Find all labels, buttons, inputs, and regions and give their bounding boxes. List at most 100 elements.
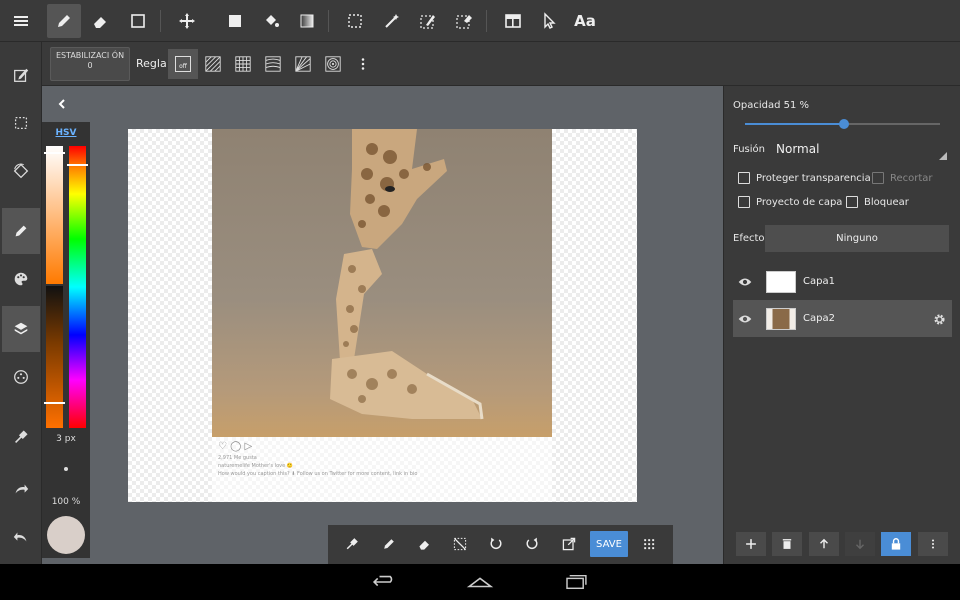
pointer-tool-icon[interactable] (532, 4, 566, 38)
ruler-label: Regla (136, 57, 167, 70)
nav-back-icon[interactable] (369, 572, 399, 592)
giraffe-photo-layer (212, 129, 552, 437)
blend-mode-label: Fusión (733, 144, 765, 155)
select-pen-tool-icon[interactable] (411, 4, 445, 38)
layer-settings-gear-icon[interactable] (933, 311, 946, 330)
layer-row-capa2[interactable]: Capa2 (733, 300, 952, 337)
drawing-canvas[interactable]: ♡ ◯ ▷ 2,971 Me gusta naturemelife Mother… (128, 129, 637, 502)
ruler-curve-icon[interactable] (258, 49, 288, 79)
select-rect-tool-icon[interactable] (338, 4, 372, 38)
delete-layer-icon[interactable] (772, 532, 802, 556)
clip-checkbox: Recortar (872, 172, 933, 184)
left-sidebar (0, 42, 42, 564)
layer-name: Capa2 (803, 313, 835, 324)
lock-checkbox[interactable]: Bloquear (846, 196, 909, 208)
palette-icon[interactable] (2, 256, 40, 302)
eraser-icon[interactable] (412, 531, 438, 557)
collapse-panel-chevron-icon[interactable] (52, 94, 72, 114)
ruler-off-icon: off (175, 56, 191, 72)
blend-mode-select[interactable]: Normal (776, 142, 819, 156)
layer-project-checkbox[interactable]: Proyecto de capa (738, 196, 842, 208)
layers-icon[interactable] (2, 306, 40, 352)
effect-select[interactable]: Ninguno (765, 225, 949, 252)
opacity-slider-fill (745, 123, 845, 125)
bottom-toolbar: SAVE (328, 525, 673, 564)
select-eraser-tool-icon[interactable] (447, 4, 481, 38)
more-options-icon[interactable] (348, 49, 378, 79)
layer-more-options-icon[interactable] (918, 532, 948, 556)
grid-menu-icon[interactable] (636, 531, 662, 557)
eyedropper-icon[interactable] (339, 531, 365, 557)
opacity-slider[interactable] (745, 119, 940, 129)
checkbox-box (738, 196, 750, 208)
nav-recents-icon[interactable] (561, 572, 591, 592)
rotate-canvas-icon[interactable] (2, 148, 40, 194)
checkbox-box (738, 172, 750, 184)
lock-label: Bloquear (864, 196, 909, 208)
ruler-off-button[interactable]: off (168, 49, 198, 79)
ruler-off-label: off (179, 63, 187, 70)
post-caption-1: naturemelife Mother's love 🙂 (218, 463, 294, 469)
redo-icon[interactable] (519, 531, 545, 557)
move-tool-icon[interactable] (170, 4, 204, 38)
saturation-slider[interactable] (44, 146, 65, 428)
hue-marker (67, 164, 88, 166)
system-navigation-bar (0, 564, 960, 600)
magic-wand-tool-icon[interactable] (375, 4, 409, 38)
save-button[interactable]: SAVE (590, 531, 628, 557)
panel-tool-icon[interactable] (496, 4, 530, 38)
toolbar-divider (160, 10, 161, 32)
value-marker (44, 402, 65, 404)
layer-thumbnail (766, 270, 796, 293)
layer-project-label: Proyecto de capa (756, 196, 843, 208)
brush-options-bar: ESTABILIZACI ÓN 0 Regla off (42, 42, 960, 86)
materials-icon[interactable] (2, 354, 40, 400)
gradient-tool-icon[interactable] (290, 4, 324, 38)
selection-icon[interactable] (2, 100, 40, 146)
pen-tool-icon[interactable] (47, 4, 81, 38)
move-layer-up-icon[interactable] (809, 532, 839, 556)
fill-rect-tool-icon[interactable] (218, 4, 252, 38)
top-toolbar: Aa (0, 0, 960, 42)
layer-name: Capa1 (803, 276, 835, 287)
add-layer-icon[interactable] (736, 532, 766, 556)
opacity-slider-knob[interactable] (839, 119, 850, 129)
menu-icon[interactable] (4, 4, 38, 38)
color-mode-tab[interactable]: HSV (42, 128, 90, 138)
shape-tool-icon[interactable] (121, 4, 155, 38)
ruler-perspective-icon[interactable] (288, 49, 318, 79)
post-action-icons: ♡ ◯ ▷ (218, 441, 253, 452)
ruler-concentric-icon[interactable] (318, 49, 348, 79)
ruler-grid-icon[interactable] (228, 49, 258, 79)
bucket-tool-icon[interactable] (254, 4, 288, 38)
toolbar-divider (486, 10, 487, 32)
pen-icon[interactable] (376, 531, 402, 557)
dropdown-corner-icon (939, 152, 947, 160)
protect-transparency-checkbox[interactable]: Proteger transparencia (738, 172, 871, 184)
fullscreen-icon[interactable] (556, 531, 582, 557)
instagram-post-footer: ♡ ◯ ▷ 2,971 Me gusta naturemelife Mother… (212, 437, 552, 502)
visibility-eye-icon[interactable] (733, 314, 757, 324)
nav-home-icon[interactable] (465, 572, 495, 592)
brush-size-preview (64, 467, 68, 471)
redo-icon[interactable] (2, 466, 40, 512)
eraser-tool-icon[interactable] (84, 4, 118, 38)
text-tool-button[interactable]: Aa (568, 4, 602, 38)
brush-icon[interactable] (2, 208, 40, 254)
undo-icon[interactable] (2, 514, 40, 560)
move-layer-down-icon (845, 532, 875, 556)
undo-icon[interactable] (483, 531, 509, 557)
deselect-icon[interactable] (447, 531, 473, 557)
edit-icon[interactable] (2, 52, 40, 98)
hue-slider[interactable] (67, 146, 88, 428)
ruler-parallel-icon[interactable] (198, 49, 228, 79)
saturation-gradient-bottom (46, 286, 63, 428)
visibility-eye-icon[interactable] (733, 277, 757, 287)
layer-row-capa1[interactable]: Capa1 (733, 263, 952, 300)
checkbox-box (846, 196, 858, 208)
current-color-swatch[interactable] (47, 516, 85, 554)
lock-layer-icon[interactable] (881, 532, 911, 556)
stabilizer-value: 0 (87, 61, 93, 70)
eyedropper-icon[interactable] (2, 414, 40, 460)
stabilizer-button[interactable]: ESTABILIZACI ÓN 0 (50, 47, 130, 81)
